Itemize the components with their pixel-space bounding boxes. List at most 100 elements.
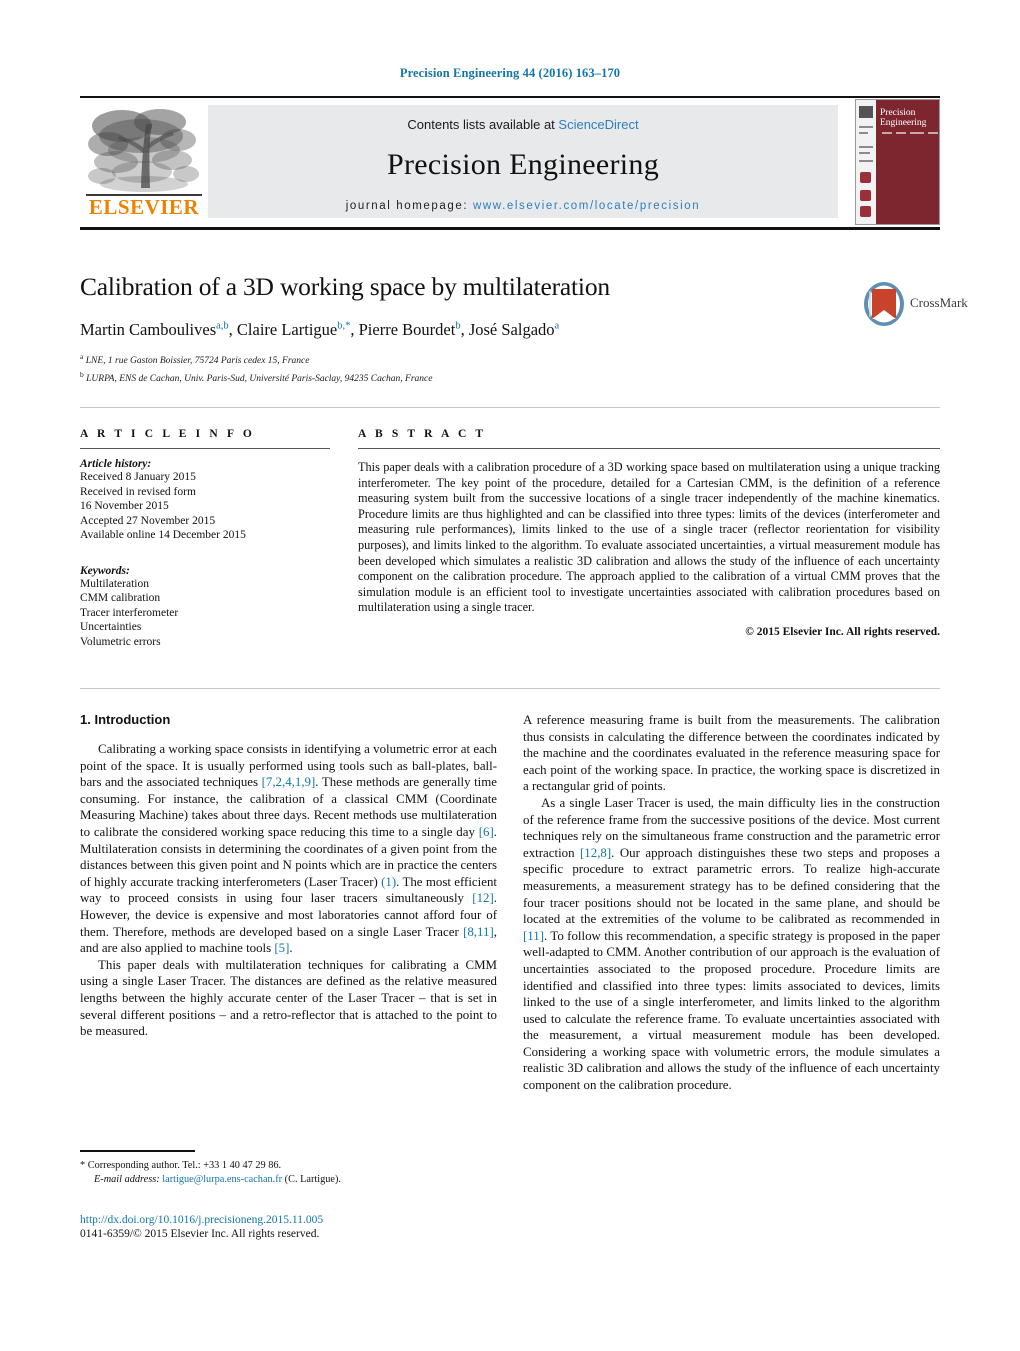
sciencedirect-link[interactable]: ScienceDirect xyxy=(558,117,638,132)
cover-rule xyxy=(859,152,870,154)
author-name: José Salgado xyxy=(468,319,555,339)
crossmark-badge[interactable]: CrossMark xyxy=(862,281,968,327)
footnote-corresponding-text: Corresponding author. Tel.: +33 1 40 47 … xyxy=(87,1159,282,1171)
citation-link[interactable]: [6] xyxy=(479,825,494,839)
citation-link[interactable]: [7,2,4,1,9] xyxy=(262,775,316,789)
history-item: 16 November 2015 xyxy=(80,500,169,512)
keyword-item: CMM calibration xyxy=(80,592,161,604)
affiliation-item: a LNE, 1 rue Gaston Boissier, 75724 Pari… xyxy=(80,350,940,369)
doi-link[interactable]: http://dx.doi.org/10.1016/j.precisioneng… xyxy=(80,1214,580,1226)
author-affil-mark: b,* xyxy=(337,320,351,331)
page-title: Calibration of a 3D working space by mul… xyxy=(80,272,610,301)
info-section-top-rule xyxy=(80,407,940,408)
citation-link[interactable]: [11] xyxy=(523,929,544,943)
author-name: Pierre Bourdet xyxy=(358,319,456,339)
cover-rule xyxy=(859,160,873,162)
article-info-rule xyxy=(80,448,330,449)
author-entry: Martin Camboulivesa,b, xyxy=(80,320,237,339)
info-section-bottom-rule xyxy=(80,688,940,689)
author-name: Martin Camboulives xyxy=(80,319,217,339)
cover-journal-title: Precision Engineering xyxy=(880,108,939,128)
elsevier-wordmark: ELSEVIER xyxy=(88,195,200,219)
abstract-rule xyxy=(358,448,940,449)
issn-copyright: 0141-6359/© 2015 Elsevier Inc. All right… xyxy=(80,1228,320,1240)
affiliation-text: LURPA, ENS de Cachan, Univ. Paris-Sud, U… xyxy=(86,374,433,385)
article-info-column: A R T I C L E I N F O Article history: R… xyxy=(80,428,330,649)
cover-title-line-2: Engineering xyxy=(880,118,927,128)
paragraph-intro-4: As a single Laser Tracer is used, the ma… xyxy=(523,795,940,1094)
journal-title: Precision Engineering xyxy=(386,148,660,181)
body-column-right: A reference measuring frame is built fro… xyxy=(523,712,940,1094)
cover-accent-bar xyxy=(882,132,892,134)
author-entry: José Salgadoa xyxy=(469,320,559,339)
cover-badge-icon xyxy=(860,206,871,217)
author-list: Martin Camboulivesa,b, Claire Lartigueb,… xyxy=(80,316,940,340)
affiliation-item: b LURPA, ENS de Cachan, Univ. Paris-Sud,… xyxy=(80,368,940,387)
author-entry: Pierre Bourdetb, xyxy=(359,320,469,339)
journal-homepage-line: journal homepage: www.elsevier.com/locat… xyxy=(208,200,838,212)
article-title-block: Calibration of a 3D working space by mul… xyxy=(80,272,940,387)
abstract-copyright: © 2015 Elsevier Inc. All rights reserved… xyxy=(745,625,940,638)
cover-rule xyxy=(859,126,873,128)
section-heading-introduction: 1. Introduction xyxy=(80,712,171,727)
paragraph-intro-1: Calibrating a working space consists in … xyxy=(80,741,497,957)
affiliations: a LNE, 1 rue Gaston Boissier, 75724 Pari… xyxy=(80,350,940,387)
affiliation-text: LNE, 1 rue Gaston Boissier, 75724 Paris … xyxy=(85,355,310,366)
keyword-item: Tracer interferometer xyxy=(80,606,179,619)
body-column-left: 1. Introduction Calibrating a working sp… xyxy=(80,712,497,1040)
cover-title-line-1: Precision xyxy=(880,108,916,118)
masthead-top-rule xyxy=(80,96,940,98)
cover-logo-icon xyxy=(859,106,873,118)
keywords-list: Multilateration CMM calibration Tracer i… xyxy=(80,577,330,650)
text-run: . To follow this recommendation, a speci… xyxy=(523,928,940,1093)
citation-link[interactable]: [8,11] xyxy=(463,925,494,939)
affiliation-mark: b xyxy=(80,370,84,380)
contents-prefix: Contents lists available at xyxy=(407,117,559,132)
cover-badge-icon xyxy=(860,172,871,183)
keyword-item: Volumetric errors xyxy=(80,635,161,648)
elsevier-logo: ELSEVIER xyxy=(82,104,206,222)
history-item: Accepted 27 November 2015 xyxy=(80,514,216,527)
paragraph-intro-2: This paper deals with multilateration te… xyxy=(80,957,497,1039)
journal-homepage-label: journal homepage: xyxy=(345,200,469,212)
corresponding-author-footnote: * Corresponding author. Tel.: +33 1 40 4… xyxy=(80,1150,497,1187)
keyword-item: Multilateration xyxy=(80,577,149,590)
citation-link[interactable]: [5] xyxy=(274,941,289,955)
masthead-bottom-rule xyxy=(80,227,940,230)
keywords-block: Keywords: Multilateration CMM calibratio… xyxy=(80,565,330,650)
author-entry: Claire Lartigueb,*, xyxy=(237,320,359,339)
citation-link[interactable]: (1) xyxy=(381,875,396,889)
history-item: Received 8 January 2015 xyxy=(80,471,196,483)
history-item: Available online 14 December 2015 xyxy=(80,529,246,541)
author-affil-mark: a,b xyxy=(216,320,229,331)
author-name: Claire Lartigue xyxy=(236,319,338,339)
email-owner: (C. Lartigue). xyxy=(284,1173,341,1185)
crossmark-label: CrossMark xyxy=(910,295,968,310)
article-history-list: Received 8 January 2015 Received in revi… xyxy=(80,470,330,543)
citation-link[interactable]: [12,8] xyxy=(580,846,611,860)
journal-masthead: ELSEVIER Contents lists available at Sci… xyxy=(80,96,940,230)
author-separator: , xyxy=(350,319,359,339)
author-separator: , xyxy=(228,319,237,339)
journal-article-page: Precision Engineering 44 (2016) 163–170 xyxy=(0,0,1020,1351)
paragraph-intro-3: A reference measuring frame is built fro… xyxy=(523,713,940,794)
abstract-column: A B S T R A C T This paper deals with a … xyxy=(358,428,940,638)
cover-accent-bar xyxy=(910,132,924,134)
text-run: . xyxy=(289,941,293,956)
affiliation-mark: a xyxy=(80,351,84,361)
keyword-item: Uncertainties xyxy=(80,621,142,633)
journal-cover-thumbnail: Precision Engineering xyxy=(855,99,940,225)
footnote-rule xyxy=(80,1150,195,1152)
footnote-line-1: * Corresponding author. Tel.: +33 1 40 4… xyxy=(80,1159,497,1173)
author-affil-mark: a xyxy=(554,320,560,331)
elsevier-tree-icon xyxy=(88,109,199,192)
cover-rule xyxy=(859,132,868,134)
contents-list-line: Contents lists available at ScienceDirec… xyxy=(208,117,838,132)
cover-accent-bar xyxy=(928,132,938,134)
citation-link[interactable]: [12] xyxy=(472,891,493,905)
footnote-star: * xyxy=(80,1159,86,1171)
cover-rule xyxy=(859,146,873,148)
email-link[interactable]: lartigue@lurpa.ens-cachan.fr xyxy=(162,1174,282,1185)
journal-homepage-url[interactable]: www.elsevier.com/locate/precision xyxy=(473,200,700,212)
email-label: E-mail address: xyxy=(94,1173,160,1185)
